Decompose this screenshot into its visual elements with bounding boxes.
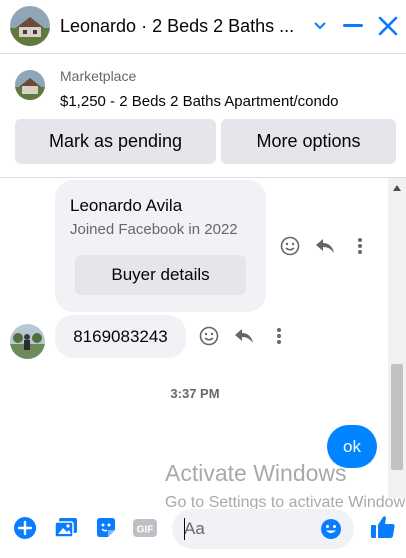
sender-avatar[interactable] — [10, 324, 45, 359]
activate-windows-title: Activate Windows — [165, 460, 347, 486]
reply-icon[interactable] — [307, 233, 342, 259]
gif-label: GIF — [137, 525, 154, 536]
emoji-icon[interactable] — [318, 516, 344, 542]
photo-icon[interactable] — [53, 515, 79, 541]
chat-scrollbar[interactable] — [388, 178, 406, 498]
thumbs-up-icon[interactable] — [369, 512, 397, 542]
more-vertical-icon[interactable] — [261, 323, 296, 349]
buyer-joined-date: Joined Facebook in 2022 — [70, 221, 238, 238]
mark-as-pending-button[interactable]: Mark as pending — [15, 119, 216, 164]
gif-icon[interactable]: GIF — [132, 515, 158, 541]
listing-kicker: Marketplace — [60, 68, 137, 84]
more-vertical-icon[interactable] — [342, 233, 377, 259]
plus-circle-icon[interactable] — [12, 515, 38, 541]
message-actions — [272, 233, 377, 259]
buyer-profile-card: Leonardo Avila Joined Facebook in 2022 B… — [55, 180, 266, 312]
message-composer: GIF — [0, 500, 406, 558]
incoming-message[interactable]: 8169083243 — [55, 315, 186, 358]
sticker-icon[interactable] — [93, 515, 119, 541]
listing-thumbnail[interactable] — [15, 70, 45, 100]
minimize-icon[interactable] — [339, 12, 367, 40]
chat-header: Leonardo · 2 Beds 2 Baths ... — [0, 0, 406, 54]
listing-title[interactable]: $1,250 - 2 Beds 2 Baths Apartment/condo — [60, 93, 339, 110]
close-icon[interactable] — [374, 12, 402, 40]
react-emoji-icon[interactable] — [191, 323, 226, 349]
scrollbar-thumb[interactable] — [391, 364, 403, 470]
buyer-name: Leonardo Avila — [70, 196, 183, 215]
conversation-title[interactable]: Leonardo · 2 Beds 2 Baths ... — [60, 16, 302, 37]
more-options-button[interactable]: More options — [221, 119, 396, 164]
listing-avatar[interactable] — [10, 6, 50, 46]
message-actions — [191, 323, 296, 349]
reply-icon[interactable] — [226, 323, 261, 349]
marketplace-listing: Marketplace $1,250 - 2 Beds 2 Baths Apar… — [0, 55, 406, 178]
chevron-down-icon[interactable] — [306, 12, 334, 40]
text-caret — [184, 518, 185, 540]
message-timestamp: 3:37 PM — [170, 386, 220, 401]
message-list: Leonardo Avila Joined Facebook in 2022 B… — [0, 178, 406, 498]
message-input-box[interactable] — [172, 509, 354, 549]
message-input[interactable] — [184, 509, 314, 549]
react-emoji-icon[interactable] — [272, 233, 307, 259]
buyer-details-button[interactable]: Buyer details — [75, 255, 246, 295]
scroll-up-arrow-icon[interactable] — [388, 182, 406, 194]
chat-window: Leonardo · 2 Beds 2 Baths ... Marketplac… — [0, 0, 406, 558]
